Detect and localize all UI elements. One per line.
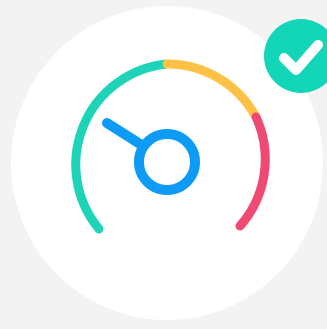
gauge-needle	[102, 118, 145, 149]
speedometer-illustration	[0, 0, 327, 329]
gauge-arc-high	[235, 112, 270, 231]
gauge-needle-hub	[134, 129, 200, 195]
gauge-arc-medium	[162, 59, 261, 122]
badge-circle	[264, 19, 327, 93]
gauge-graphic	[71, 19, 327, 234]
success-badge	[264, 19, 327, 93]
